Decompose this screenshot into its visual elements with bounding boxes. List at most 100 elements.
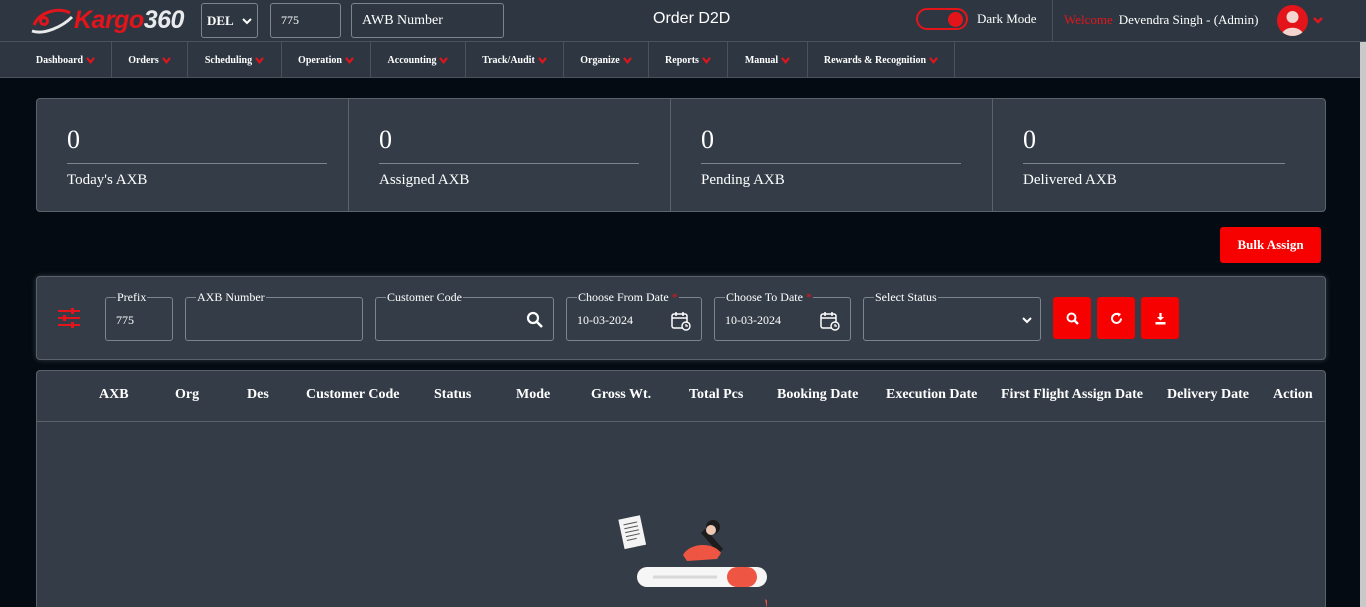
nav-item-organize[interactable]: Organize — [564, 42, 649, 78]
main-nav: Dashboard Orders Scheduling Operation Ac… — [0, 42, 1366, 78]
from-date-value: 10-03-2024 — [577, 313, 633, 327]
chevron-down-icon — [781, 56, 791, 64]
user-avatar[interactable] — [1277, 5, 1308, 36]
customer-code-field[interactable]: Customer Code — [375, 290, 554, 341]
prefix-label: Prefix — [116, 290, 148, 304]
reset-button[interactable] — [1097, 297, 1135, 339]
stat-divider — [67, 163, 327, 164]
station-select[interactable]: DEL — [201, 3, 258, 38]
chevron-down-icon — [255, 56, 264, 64]
page-title: Order D2D — [653, 10, 731, 27]
stats-panel: 0 Today's AXB 0 Assigned AXB 0 Pending A… — [36, 98, 1326, 212]
chevron-down-icon — [1022, 317, 1032, 324]
chevron-down-icon — [86, 56, 95, 64]
stat-divider — [1023, 163, 1285, 164]
chevron-down-icon — [622, 56, 632, 64]
user-name: Devendra Singh - (Admin) — [1118, 12, 1259, 27]
column-header-customer-code[interactable]: Customer Code — [306, 387, 399, 403]
nav-item-reports[interactable]: Reports — [649, 42, 728, 78]
column-header-des[interactable]: Des — [247, 387, 269, 403]
nav-item-scheduling[interactable]: Scheduling — [188, 42, 282, 78]
nav-item-rewards[interactable]: Rewards & Recognition — [808, 42, 955, 78]
column-header-action[interactable]: Action — [1273, 387, 1313, 403]
customer-code-label: Customer Code — [386, 290, 463, 304]
chevron-down-icon — [702, 56, 711, 64]
column-header-gross-wt[interactable]: Gross Wt. — [591, 387, 651, 403]
stat-value: 0 — [67, 125, 80, 154]
chevron-down-icon — [345, 56, 354, 64]
awb-prefix-input[interactable]: 775 — [270, 3, 341, 38]
status-select[interactable]: Select Status — [863, 290, 1041, 341]
to-date-field[interactable]: Choose To Date * 10-03-2024 — [714, 290, 851, 341]
table-header: AXB Org Des Customer Code Status Mode Gr… — [37, 371, 1325, 422]
dark-mode-toggle[interactable] — [916, 8, 968, 30]
chevron-down-icon — [161, 56, 171, 64]
stat-label: Pending AXB — [701, 172, 785, 188]
column-header-first-flight-assign-date[interactable]: First Flight Assign Date — [1001, 387, 1143, 403]
calendar-icon[interactable] — [820, 311, 840, 331]
dark-mode-label: Dark Mode — [977, 11, 1037, 26]
chevron-down-icon — [537, 56, 547, 64]
chevron-down-icon — [439, 56, 449, 64]
stat-card-today: 0 Today's AXB — [37, 99, 349, 211]
plane-swoosh-icon — [31, 8, 74, 34]
from-date-label: Choose From Date * — [577, 290, 679, 304]
download-icon — [1155, 312, 1165, 324]
user-icon — [1281, 11, 1304, 36]
search-button[interactable] — [1053, 297, 1091, 339]
from-date-field[interactable]: Choose From Date * 10-03-2024 — [566, 290, 702, 341]
column-header-delivery-date[interactable]: Delivery Date — [1167, 387, 1249, 403]
stat-label: Assigned AXB — [379, 172, 470, 188]
header-divider — [1052, 0, 1053, 42]
column-header-axb[interactable]: AXB — [99, 387, 129, 403]
download-button[interactable] — [1141, 297, 1179, 339]
status-label: Select Status — [874, 290, 938, 304]
calendar-icon[interactable] — [671, 311, 691, 331]
stat-card-delivered: 0 Delivered AXB — [993, 99, 1325, 211]
column-header-status[interactable]: Status — [434, 387, 471, 403]
stat-value: 0 — [701, 125, 714, 154]
stat-value: 0 — [1023, 125, 1036, 154]
filter-sliders-icon[interactable] — [57, 307, 81, 329]
search-icon[interactable] — [526, 311, 543, 328]
stat-value: 0 — [379, 125, 392, 154]
prefix-value: 775 — [116, 313, 134, 327]
top-header: Kargo360 DEL 775 AWB Number Order D2D Da… — [0, 0, 1366, 42]
chevron-down-icon — [929, 56, 938, 64]
chevron-down-icon[interactable] — [1313, 15, 1323, 25]
stat-card-pending: 0 Pending AXB — [671, 99, 993, 211]
to-date-value: 10-03-2024 — [725, 313, 781, 327]
station-select-value: DEL — [207, 13, 234, 28]
nav-item-operation[interactable]: Operation — [282, 42, 371, 78]
page-scrollbar[interactable] — [1360, 42, 1366, 607]
chevron-down-icon — [242, 18, 252, 25]
logo-text: Kargo360 — [74, 6, 184, 34]
bulk-assign-button[interactable]: Bulk Assign — [1220, 227, 1321, 263]
search-icon — [1066, 312, 1079, 325]
welcome-text: Welcome Devendra Singh - (Admin) — [1064, 12, 1259, 27]
nav-item-dashboard[interactable]: Dashboard — [20, 42, 112, 78]
axb-number-label: AXB Number — [196, 290, 266, 304]
awb-number-input[interactable]: AWB Number — [351, 3, 504, 38]
stat-label: Delivered AXB — [1023, 172, 1117, 188]
stat-label: Today's AXB — [67, 172, 148, 188]
column-header-execution-date[interactable]: Execution Date — [886, 387, 977, 403]
kargo360-logo[interactable]: Kargo360 — [30, 5, 184, 37]
filter-panel: Prefix 775 AXB Number Customer Code Choo… — [36, 276, 1326, 360]
column-header-total-pcs[interactable]: Total Pcs — [689, 387, 743, 403]
nav-item-manual[interactable]: Manual — [728, 42, 808, 78]
orders-table: AXB Org Des Customer Code Status Mode Gr… — [36, 370, 1326, 607]
axb-number-field[interactable]: AXB Number — [185, 290, 363, 341]
prefix-field[interactable]: Prefix 775 — [105, 290, 173, 341]
nav-item-accounting[interactable]: Accounting — [371, 42, 466, 78]
to-date-label: Choose To Date * — [725, 290, 813, 304]
column-header-booking-date[interactable]: Booking Date — [777, 387, 858, 403]
refresh-icon — [1110, 312, 1122, 324]
empty-state-illustration — [618, 515, 767, 607]
nav-item-orders[interactable]: Orders — [112, 42, 188, 78]
nav-item-track-audit[interactable]: Track/Audit — [466, 42, 564, 78]
toggle-knob — [948, 12, 963, 27]
column-header-org[interactable]: Org — [175, 387, 199, 403]
stat-divider — [701, 163, 961, 164]
column-header-mode[interactable]: Mode — [516, 387, 550, 403]
